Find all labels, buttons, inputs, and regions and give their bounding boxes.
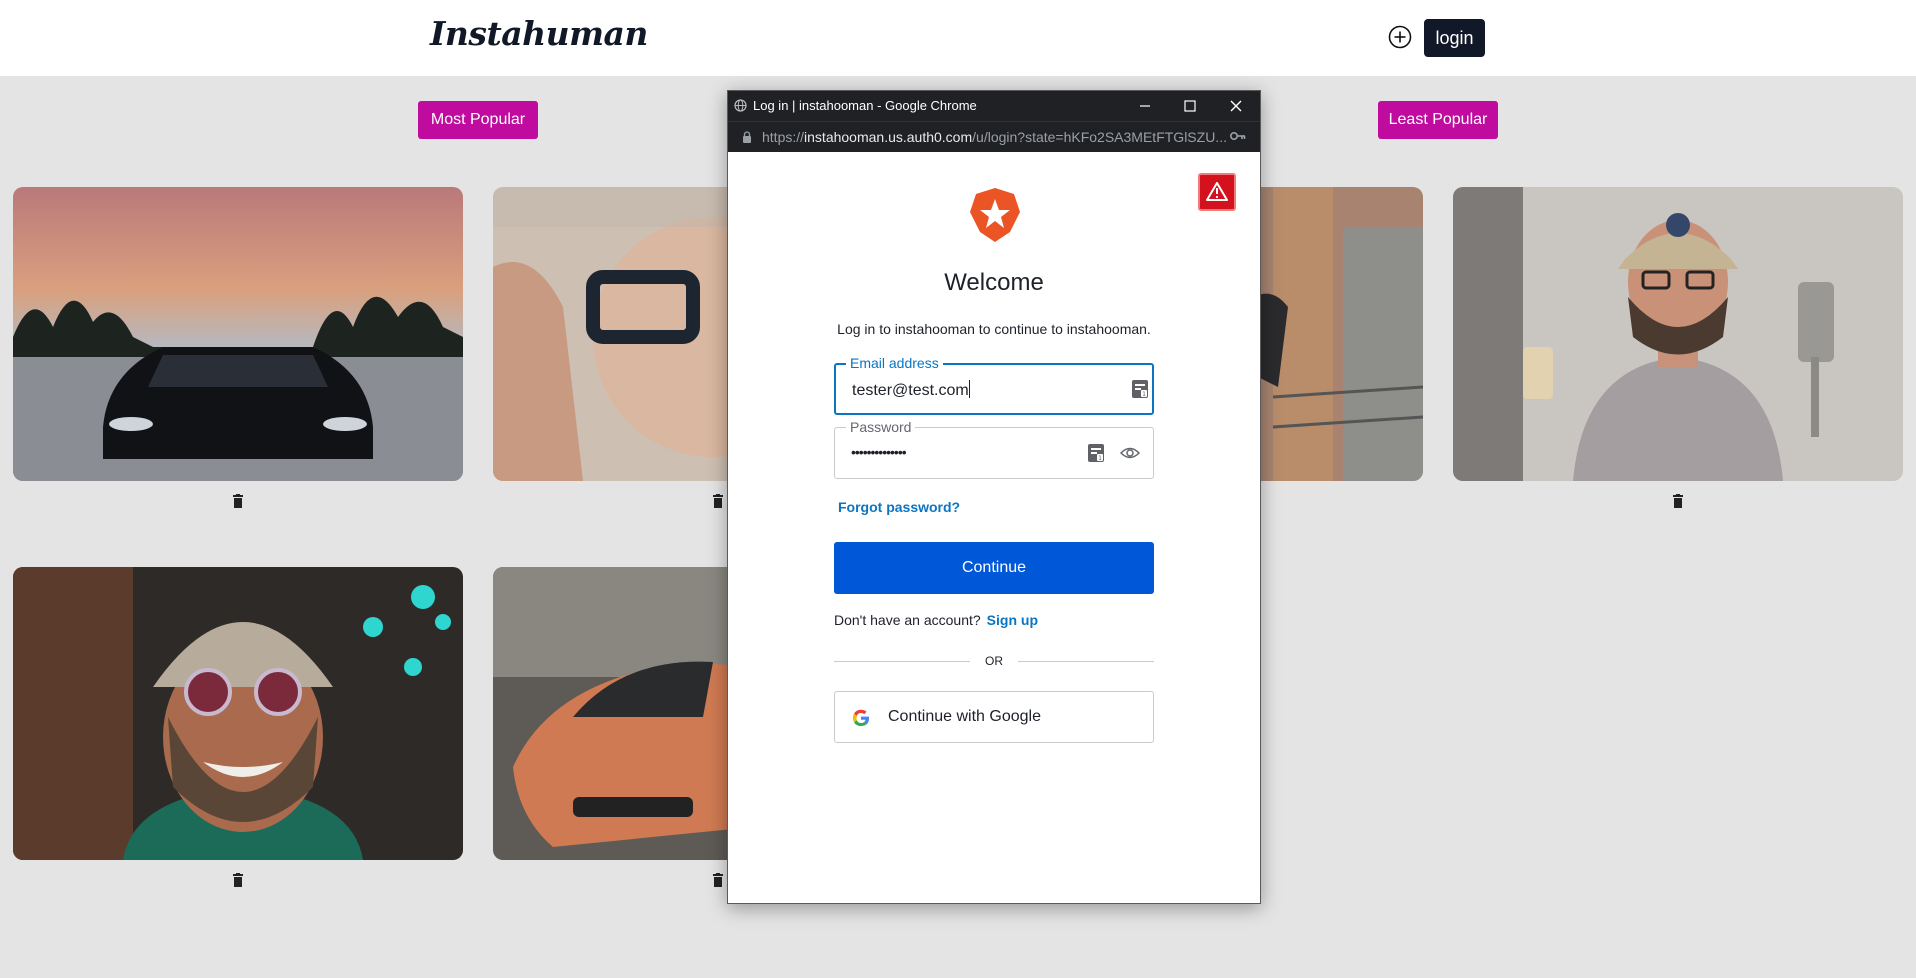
url-host: instahooman.us.auth0.com [804, 129, 973, 145]
continue-button[interactable]: Continue [834, 542, 1154, 594]
photo-image [13, 567, 463, 860]
window-titlebar[interactable]: Log in | instahooman - Google Chrome [728, 91, 1260, 121]
trash-icon [713, 494, 723, 508]
password-manager-icon[interactable]: 1 [1132, 380, 1148, 398]
password-value[interactable]: •••••••••••••• [851, 444, 907, 460]
delete-photo-button[interactable] [712, 494, 724, 508]
auth0-shield-logo [970, 188, 1020, 242]
password-label: Password [846, 419, 916, 435]
photo-card[interactable] [13, 187, 463, 481]
delete-photo-button[interactable] [232, 494, 244, 508]
close-window-button[interactable] [1225, 95, 1247, 117]
forgot-password-link[interactable]: Forgot password? [838, 499, 960, 515]
url-text: https://instahooman.us.auth0.com/u/login… [762, 129, 1232, 145]
email-field[interactable]: Email address tester@test.com 1 [834, 355, 1154, 415]
show-password-icon[interactable] [1120, 445, 1140, 461]
photo-image [1453, 187, 1903, 481]
globe-icon [734, 99, 747, 112]
google-button-label: Continue with Google [888, 708, 1041, 725]
maximize-button[interactable] [1179, 95, 1201, 117]
login-subtitle: Log in to instahooman to continue to ins… [837, 321, 1151, 337]
key-icon [1230, 132, 1246, 140]
photo-card[interactable] [13, 567, 463, 860]
login-popup-window: Log in | instahooman - Google Chrome htt… [727, 90, 1261, 904]
photo-image [13, 187, 463, 481]
signup-row: Don't have an account? Sign up [834, 612, 1038, 628]
minimize-icon [1140, 105, 1150, 107]
or-divider: OR [834, 653, 1154, 669]
brand-logo[interactable]: Instahuman [430, 14, 648, 53]
lock-icon [743, 131, 751, 143]
maximize-icon [1184, 100, 1196, 112]
plus-circle-icon [1388, 25, 1412, 49]
trash-icon [233, 873, 243, 887]
google-icon [852, 709, 869, 726]
delete-photo-button[interactable] [712, 873, 724, 887]
login-button[interactable]: login [1424, 19, 1485, 57]
delete-photo-button[interactable] [1672, 494, 1684, 508]
close-icon [1230, 100, 1242, 112]
or-text: OR [985, 654, 1003, 668]
url-scheme: https:// [762, 129, 805, 145]
svg-text:1: 1 [1142, 391, 1146, 398]
url-path: /u/login?state=hKFo2SA3MEtFTGlSZU... [972, 129, 1227, 145]
window-title: Log in | instahooman - Google Chrome [753, 98, 977, 113]
top-nav-bar: Instahuman login [0, 0, 1916, 76]
trash-icon [713, 873, 723, 887]
trash-icon [233, 494, 243, 508]
password-field[interactable]: Password •••••••••••••• 1 [834, 419, 1154, 479]
most-popular-button[interactable]: Most Popular [418, 101, 538, 139]
delete-photo-button[interactable] [232, 873, 244, 887]
email-value[interactable]: tester@test.com [852, 380, 970, 400]
photo-card[interactable] [1453, 187, 1903, 481]
warning-button[interactable] [1198, 173, 1236, 211]
no-account-text: Don't have an account? [834, 612, 981, 628]
minimize-button[interactable] [1134, 95, 1156, 117]
trash-icon [1673, 494, 1683, 508]
password-manager-icon[interactable]: 1 [1088, 444, 1104, 462]
email-label: Email address [846, 355, 943, 371]
sign-up-link[interactable]: Sign up [987, 612, 1038, 628]
welcome-heading: Welcome [944, 269, 1044, 296]
least-popular-button[interactable]: Least Popular [1378, 101, 1498, 139]
continue-with-google-button[interactable]: Continue with Google [834, 691, 1154, 743]
warning-icon [1206, 182, 1228, 201]
text-cursor [968, 380, 970, 398]
address-bar[interactable]: https://instahooman.us.auth0.com/u/login… [728, 121, 1260, 152]
svg-text:1: 1 [1098, 455, 1102, 462]
add-post-button[interactable] [1388, 25, 1412, 49]
